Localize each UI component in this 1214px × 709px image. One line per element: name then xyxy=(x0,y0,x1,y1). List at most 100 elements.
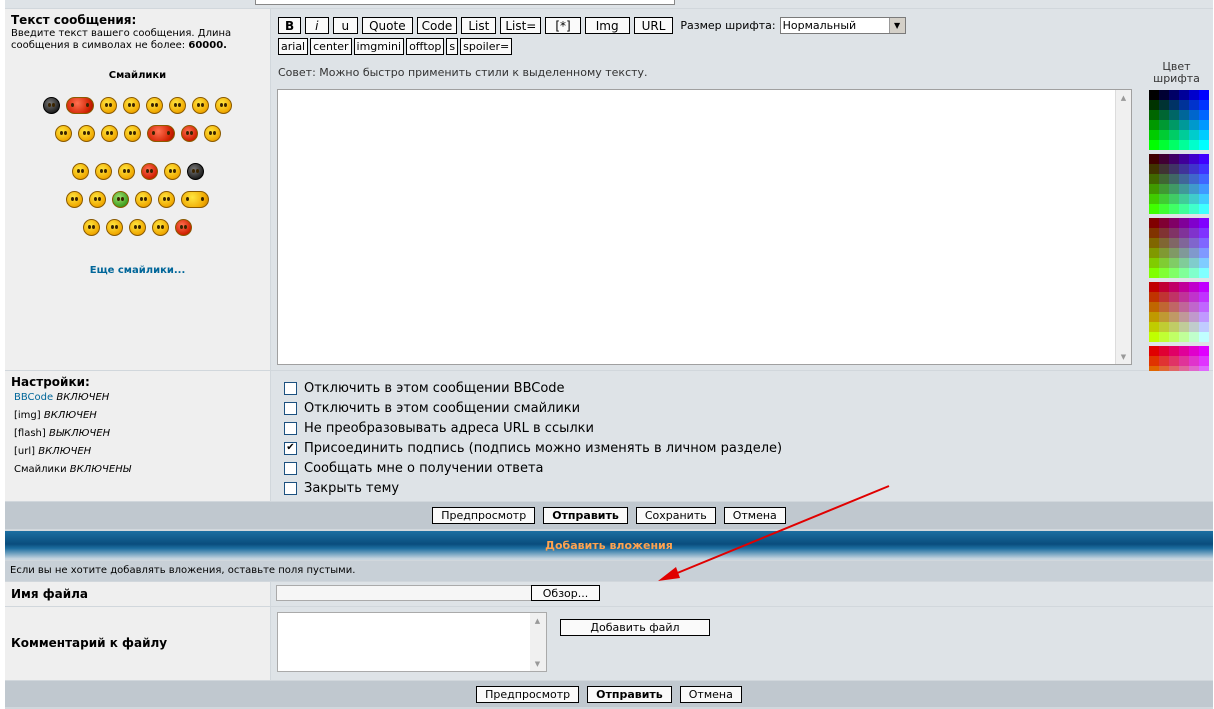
color-swatch[interactable] xyxy=(1169,356,1179,366)
list-button[interactable]: List xyxy=(461,17,497,34)
scroll-down-icon[interactable]: ▼ xyxy=(530,656,545,671)
color-swatch[interactable] xyxy=(1199,292,1209,302)
color-swatch[interactable] xyxy=(1159,140,1169,150)
color-swatch[interactable] xyxy=(1189,194,1199,204)
scroll-up-icon[interactable]: ▲ xyxy=(530,613,545,628)
color-swatch[interactable] xyxy=(1169,322,1179,332)
color-swatch[interactable] xyxy=(1189,140,1199,150)
color-swatch[interactable] xyxy=(1189,268,1199,278)
code-button[interactable]: Code xyxy=(416,17,458,34)
color-swatch[interactable] xyxy=(1189,258,1199,268)
spoiler-button[interactable]: spoiler= xyxy=(460,38,513,55)
color-swatch[interactable] xyxy=(1179,110,1189,120)
color-swatch[interactable] xyxy=(1159,228,1169,238)
color-swatch[interactable] xyxy=(1169,282,1179,292)
color-swatch[interactable] xyxy=(1169,292,1179,302)
color-swatch[interactable] xyxy=(1169,346,1179,356)
font-size-select[interactable]: Нормальный ▼ xyxy=(779,17,906,34)
color-swatch[interactable] xyxy=(1199,346,1209,356)
smiley-dance-icon[interactable] xyxy=(163,162,181,180)
color-swatch[interactable] xyxy=(1149,248,1159,258)
color-swatch[interactable] xyxy=(1159,332,1169,342)
color-swatch[interactable] xyxy=(1199,140,1209,150)
color-swatch[interactable] xyxy=(1179,204,1189,214)
color-swatch[interactable] xyxy=(1159,110,1169,120)
smiley-cool-icon[interactable] xyxy=(43,96,60,114)
color-swatch[interactable] xyxy=(1179,312,1189,322)
file-comment-textarea[interactable]: ▲ ▼ xyxy=(277,612,547,672)
option-row[interactable]: Закрыть тему xyxy=(284,478,1213,498)
color-swatch[interactable] xyxy=(1159,346,1169,356)
color-swatch[interactable] xyxy=(1149,174,1159,184)
color-swatch[interactable] xyxy=(1189,282,1199,292)
color-swatch[interactable] xyxy=(1199,258,1209,268)
option-checkbox[interactable] xyxy=(284,401,297,415)
offtop-button[interactable]: offtop xyxy=(406,38,445,55)
color-swatch[interactable] xyxy=(1199,154,1209,164)
color-swatch[interactable] xyxy=(1169,164,1179,174)
color-swatch[interactable] xyxy=(1189,154,1199,164)
color-swatch[interactable] xyxy=(1169,204,1179,214)
color-swatch[interactable] xyxy=(1169,100,1179,110)
smiley-big-grin-icon[interactable] xyxy=(203,124,221,142)
smiley-hug-icon[interactable] xyxy=(106,218,123,236)
color-swatch[interactable] xyxy=(1169,218,1179,228)
color-swatch[interactable] xyxy=(1169,312,1179,322)
color-swatch[interactable] xyxy=(1189,204,1199,214)
color-swatch[interactable] xyxy=(1159,312,1169,322)
color-swatch[interactable] xyxy=(1189,174,1199,184)
chevron-down-icon[interactable]: ▼ xyxy=(888,18,905,33)
smiley-rose-icon[interactable] xyxy=(140,162,158,180)
color-swatch[interactable] xyxy=(1149,130,1159,140)
color-swatch[interactable] xyxy=(1179,218,1189,228)
color-swatch[interactable] xyxy=(1169,110,1179,120)
option-checkbox[interactable] xyxy=(284,481,297,495)
color-swatch[interactable] xyxy=(1189,218,1199,228)
bottom-submit-button[interactable]: Отправить xyxy=(587,685,672,703)
color-swatch[interactable] xyxy=(1179,258,1189,268)
smiley-sick-icon[interactable] xyxy=(112,190,129,208)
color-swatch[interactable] xyxy=(1169,184,1179,194)
color-swatch[interactable] xyxy=(1149,110,1159,120)
color-swatch[interactable] xyxy=(1179,228,1189,238)
url-button[interactable]: URL xyxy=(633,17,674,34)
color-swatch[interactable] xyxy=(1149,258,1159,268)
color-swatch[interactable] xyxy=(1149,194,1159,204)
color-swatch[interactable] xyxy=(1149,282,1159,292)
color-swatch[interactable] xyxy=(1159,164,1169,174)
smiley-lying-icon[interactable] xyxy=(66,96,94,114)
smiley-happy-icon[interactable] xyxy=(215,96,232,114)
color-swatch[interactable] xyxy=(1189,248,1199,258)
submit-button[interactable]: Отправить xyxy=(543,507,628,524)
smiley-grin-icon[interactable] xyxy=(169,96,186,114)
color-swatch[interactable] xyxy=(1189,292,1199,302)
bottom-preview-button[interactable]: Предпросмотр xyxy=(476,685,580,703)
color-swatch[interactable] xyxy=(1199,228,1209,238)
center-button[interactable]: center xyxy=(310,38,352,55)
color-swatch[interactable] xyxy=(1159,154,1169,164)
list-item-button[interactable]: [*] xyxy=(545,17,581,34)
img-button[interactable]: Img xyxy=(584,17,630,34)
option-checkbox[interactable] xyxy=(284,421,297,435)
color-swatch[interactable] xyxy=(1149,332,1159,342)
color-swatch[interactable] xyxy=(1179,140,1189,150)
color-swatch[interactable] xyxy=(1179,90,1189,100)
smiley-bomb-icon[interactable] xyxy=(186,162,204,180)
color-swatch[interactable] xyxy=(1159,248,1169,258)
color-swatch[interactable] xyxy=(1149,312,1159,322)
color-swatch[interactable] xyxy=(1199,100,1209,110)
smiley-devil-icon[interactable] xyxy=(180,124,198,142)
option-checkbox[interactable] xyxy=(284,461,297,475)
color-swatch[interactable] xyxy=(1199,268,1209,278)
color-swatch[interactable] xyxy=(1169,194,1179,204)
color-swatch[interactable] xyxy=(1199,204,1209,214)
color-swatch[interactable] xyxy=(1179,164,1189,174)
smiley-hooray-icon[interactable] xyxy=(100,124,118,142)
color-swatch[interactable] xyxy=(1149,154,1159,164)
color-swatch[interactable] xyxy=(1159,292,1169,302)
color-swatch[interactable] xyxy=(1149,346,1159,356)
color-swatch[interactable] xyxy=(1149,356,1159,366)
color-swatch[interactable] xyxy=(1169,174,1179,184)
smiley-clock-icon[interactable] xyxy=(77,124,95,142)
option-row[interactable]: Отключить в этом сообщении смайлики xyxy=(284,398,1213,418)
